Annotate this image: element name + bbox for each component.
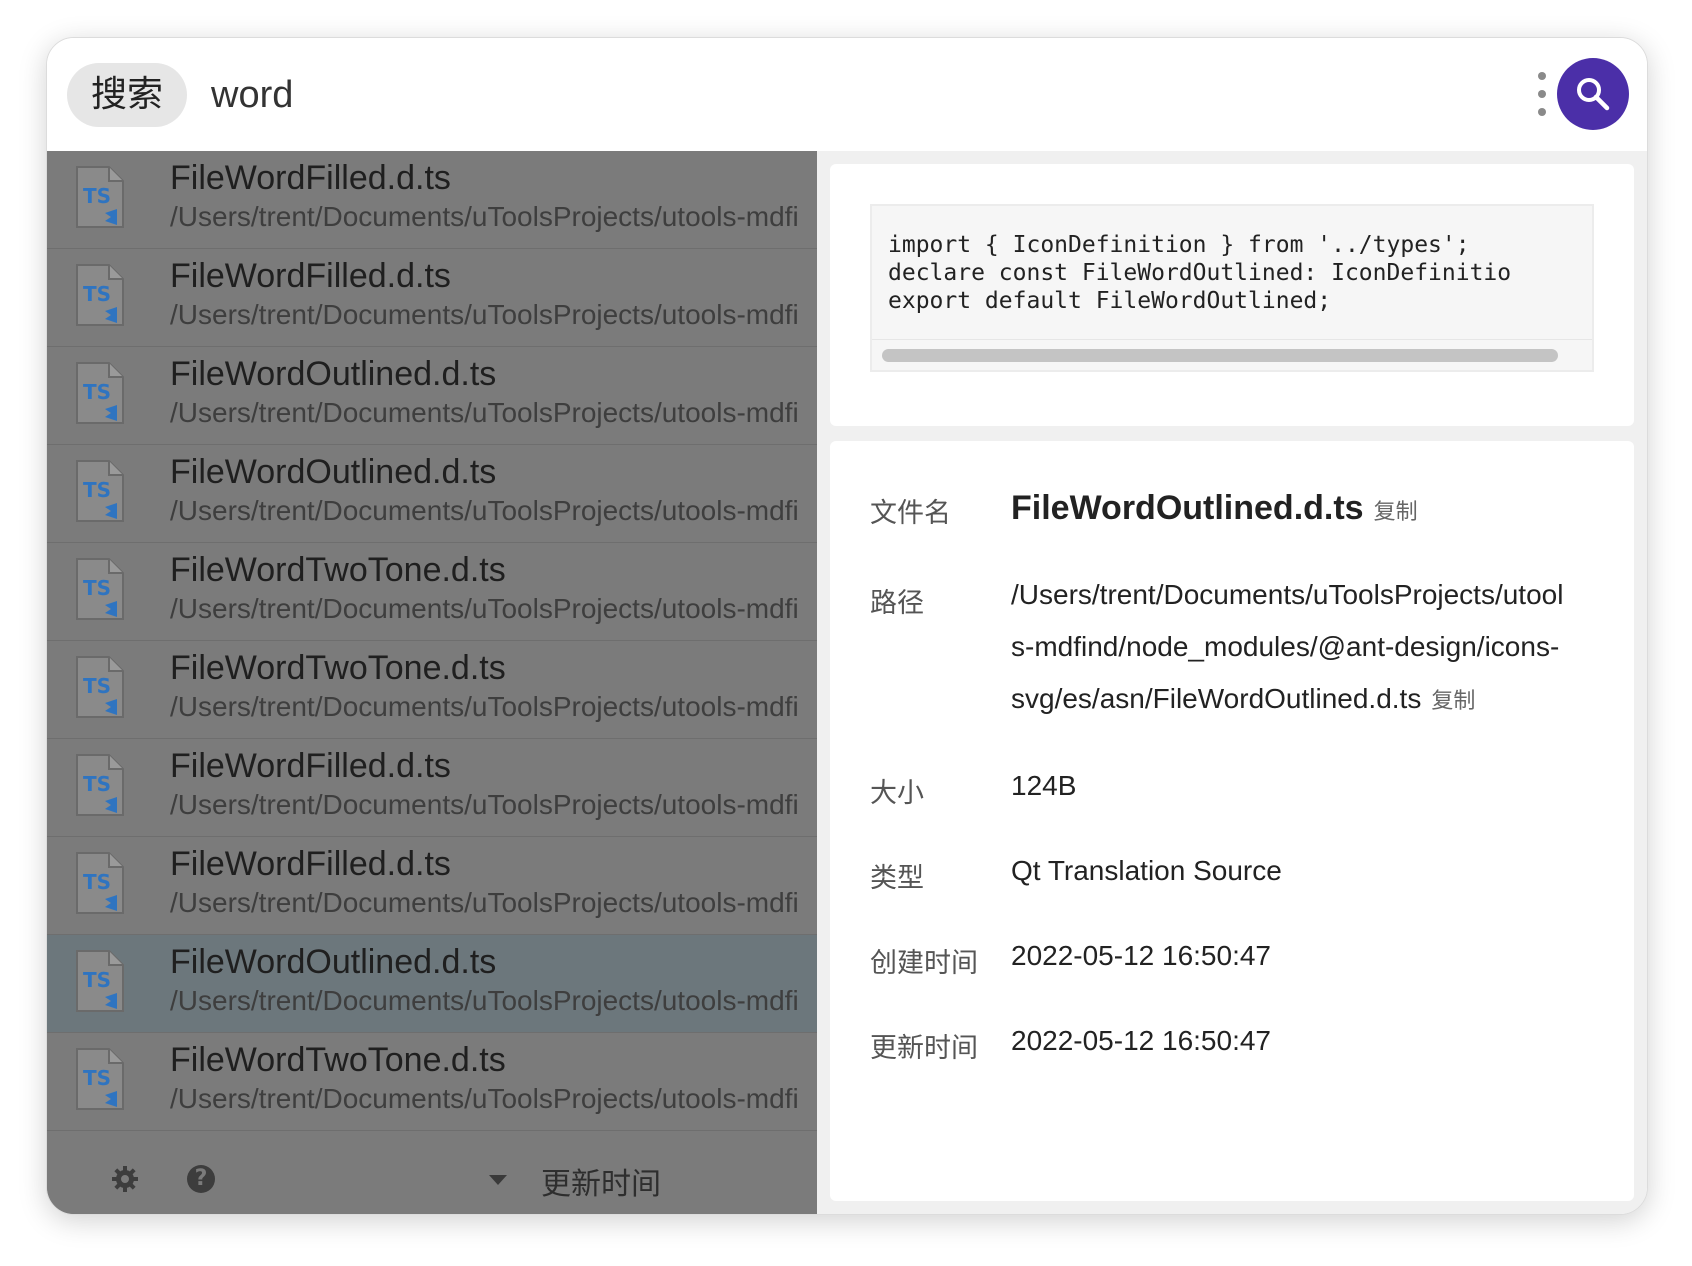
size-label: 大小 xyxy=(870,778,924,809)
modified-value: 2022-05-12 16:50:47 xyxy=(1011,1025,1271,1056)
svg-text:TS: TS xyxy=(83,968,111,992)
list-footer: ? 更新时间 xyxy=(47,1141,817,1214)
result-filename: FileWordTwoTone.d.ts xyxy=(170,649,506,687)
ts-file-icon: TS xyxy=(75,753,127,819)
result-path: /Users/trent/Documents/uToolsProjects/ut… xyxy=(170,397,799,428)
path-line-last: svg/es/asn/FileWordOutlined.d.ts 复制 xyxy=(1011,683,1475,715)
ts-file-icon: TS xyxy=(75,949,127,1015)
result-row[interactable]: TS FileWordTwoTone.d.ts/Users/trent/Docum… xyxy=(47,1033,817,1131)
ts-file-icon: TS xyxy=(75,459,127,525)
result-filename: FileWordOutlined.d.ts xyxy=(170,355,497,393)
result-row[interactable]: TS FileWordTwoTone.d.ts/Users/trent/Docum… xyxy=(47,543,817,641)
sort-label[interactable]: 更新时间 xyxy=(541,1159,661,1203)
result-path: /Users/trent/Documents/uToolsProjects/ut… xyxy=(170,985,799,1016)
more-options-icon[interactable] xyxy=(1535,72,1549,116)
results-list: TS FileWordFilled.d.ts/Users/trent/Docume… xyxy=(47,151,817,1214)
result-filename: FileWordFilled.d.ts xyxy=(170,159,451,197)
sort-dropdown-icon[interactable] xyxy=(489,1175,507,1185)
preview-card: import { IconDefinition } from '../types… xyxy=(830,164,1634,426)
svg-text:TS: TS xyxy=(83,380,111,404)
filename-label: 文件名 xyxy=(870,498,951,529)
svg-text:TS: TS xyxy=(83,576,111,600)
svg-text:TS: TS xyxy=(83,1066,111,1090)
code-scrollbar-thumb[interactable] xyxy=(882,349,1558,362)
ts-file-icon: TS xyxy=(75,361,127,427)
path-line: /Users/trent/Documents/uToolsProjects/ut… xyxy=(1011,579,1564,610)
search-bar: 搜索 xyxy=(47,38,1647,151)
result-row[interactable]: TS FileWordFilled.d.ts/Users/trent/Docume… xyxy=(47,249,817,347)
copy-path-link[interactable]: 复制 xyxy=(1431,689,1475,714)
svg-text:TS: TS xyxy=(83,184,111,208)
filename-text: FileWordOutlined.d.ts xyxy=(1011,489,1364,527)
result-path: /Users/trent/Documents/uToolsProjects/ut… xyxy=(170,691,799,722)
result-filename: FileWordFilled.d.ts xyxy=(170,747,451,785)
svg-text:TS: TS xyxy=(83,478,111,502)
search-button[interactable] xyxy=(1557,58,1629,130)
result-row[interactable]: TS FileWordOutlined.d.ts/Users/trent/Docu… xyxy=(47,445,817,543)
ts-file-icon: TS xyxy=(75,655,127,721)
search-tag[interactable]: 搜索 xyxy=(67,63,187,127)
filename-value: FileWordOutlined.d.ts 复制 xyxy=(1011,489,1418,528)
result-filename: FileWordFilled.d.ts xyxy=(170,257,451,295)
ts-file-icon: TS xyxy=(75,851,127,917)
type-value: Qt Translation Source xyxy=(1011,855,1282,886)
detail-pane: import { IconDefinition } from '../types… xyxy=(817,151,1647,1214)
app-window: 搜索 TS FileWordFilled.d.ts/Users/trent/Doc… xyxy=(46,37,1648,1215)
code-line: import { IconDefinition } from '../types… xyxy=(888,232,1470,258)
code-line: declare const FileWordOutlined: IconDefi… xyxy=(888,260,1512,286)
result-path: /Users/trent/Documents/uToolsProjects/ut… xyxy=(170,789,799,820)
result-path: /Users/trent/Documents/uToolsProjects/ut… xyxy=(170,495,799,526)
copy-filename-link[interactable]: 复制 xyxy=(1374,500,1418,525)
result-path: /Users/trent/Documents/uToolsProjects/ut… xyxy=(170,887,799,918)
result-row[interactable]: TS FileWordFilled.d.ts/Users/trent/Docume… xyxy=(47,837,817,935)
code-preview: import { IconDefinition } from '../types… xyxy=(870,204,1594,372)
svg-text:TS: TS xyxy=(83,282,111,306)
result-path: /Users/trent/Documents/uToolsProjects/ut… xyxy=(170,201,799,232)
settings-gear-icon[interactable] xyxy=(111,1165,139,1193)
result-filename: FileWordOutlined.d.ts xyxy=(170,453,497,491)
result-filename: FileWordTwoTone.d.ts xyxy=(170,551,506,589)
file-info-card: 文件名 FileWordOutlined.d.ts 复制 路径 /Users/tr… xyxy=(830,441,1634,1201)
search-input[interactable] xyxy=(211,64,1411,126)
size-value: 124B xyxy=(1011,770,1077,801)
result-path: /Users/trent/Documents/uToolsProjects/ut… xyxy=(170,299,799,330)
path-text: svg/es/asn/FileWordOutlined.d.ts xyxy=(1011,683,1422,714)
created-value: 2022-05-12 16:50:47 xyxy=(1011,940,1271,971)
code-line: export default FileWordOutlined; xyxy=(888,288,1332,314)
modified-label: 更新时间 xyxy=(870,1033,978,1064)
svg-text:TS: TS xyxy=(83,674,111,698)
code-scrollbar xyxy=(872,339,1592,370)
result-row[interactable]: TS FileWordFilled.d.ts/Users/trent/Docume… xyxy=(47,739,817,837)
result-row[interactable]: TS FileWordOutlined.d.ts/Users/trent/Docu… xyxy=(47,347,817,445)
result-filename: FileWordFilled.d.ts xyxy=(170,845,451,883)
path-line: s-mdfind/node_modules/@ant-design/icons- xyxy=(1011,631,1560,662)
ts-file-icon: TS xyxy=(75,1047,127,1113)
ts-file-icon: TS xyxy=(75,263,127,329)
svg-text:TS: TS xyxy=(83,772,111,796)
path-label: 路径 xyxy=(870,588,924,619)
svg-text:TS: TS xyxy=(83,870,111,894)
result-row[interactable]: TS FileWordOutlined.d.ts/Users/trent/Docu… xyxy=(47,935,817,1033)
result-filename: FileWordTwoTone.d.ts xyxy=(170,1041,506,1079)
result-row[interactable]: TS FileWordTwoTone.d.ts/Users/trent/Docum… xyxy=(47,641,817,739)
created-label: 创建时间 xyxy=(870,948,978,979)
result-filename: FileWordOutlined.d.ts xyxy=(170,943,497,981)
result-row[interactable]: TS FileWordFilled.d.ts/Users/trent/Docume… xyxy=(47,151,817,249)
search-icon xyxy=(1577,78,1610,111)
result-path: /Users/trent/Documents/uToolsProjects/ut… xyxy=(170,593,799,624)
ts-file-icon: TS xyxy=(75,557,127,623)
type-label: 类型 xyxy=(870,863,924,894)
result-path: /Users/trent/Documents/uToolsProjects/ut… xyxy=(170,1083,799,1114)
ts-file-icon: TS xyxy=(75,165,127,231)
help-icon[interactable]: ? xyxy=(187,1165,215,1193)
